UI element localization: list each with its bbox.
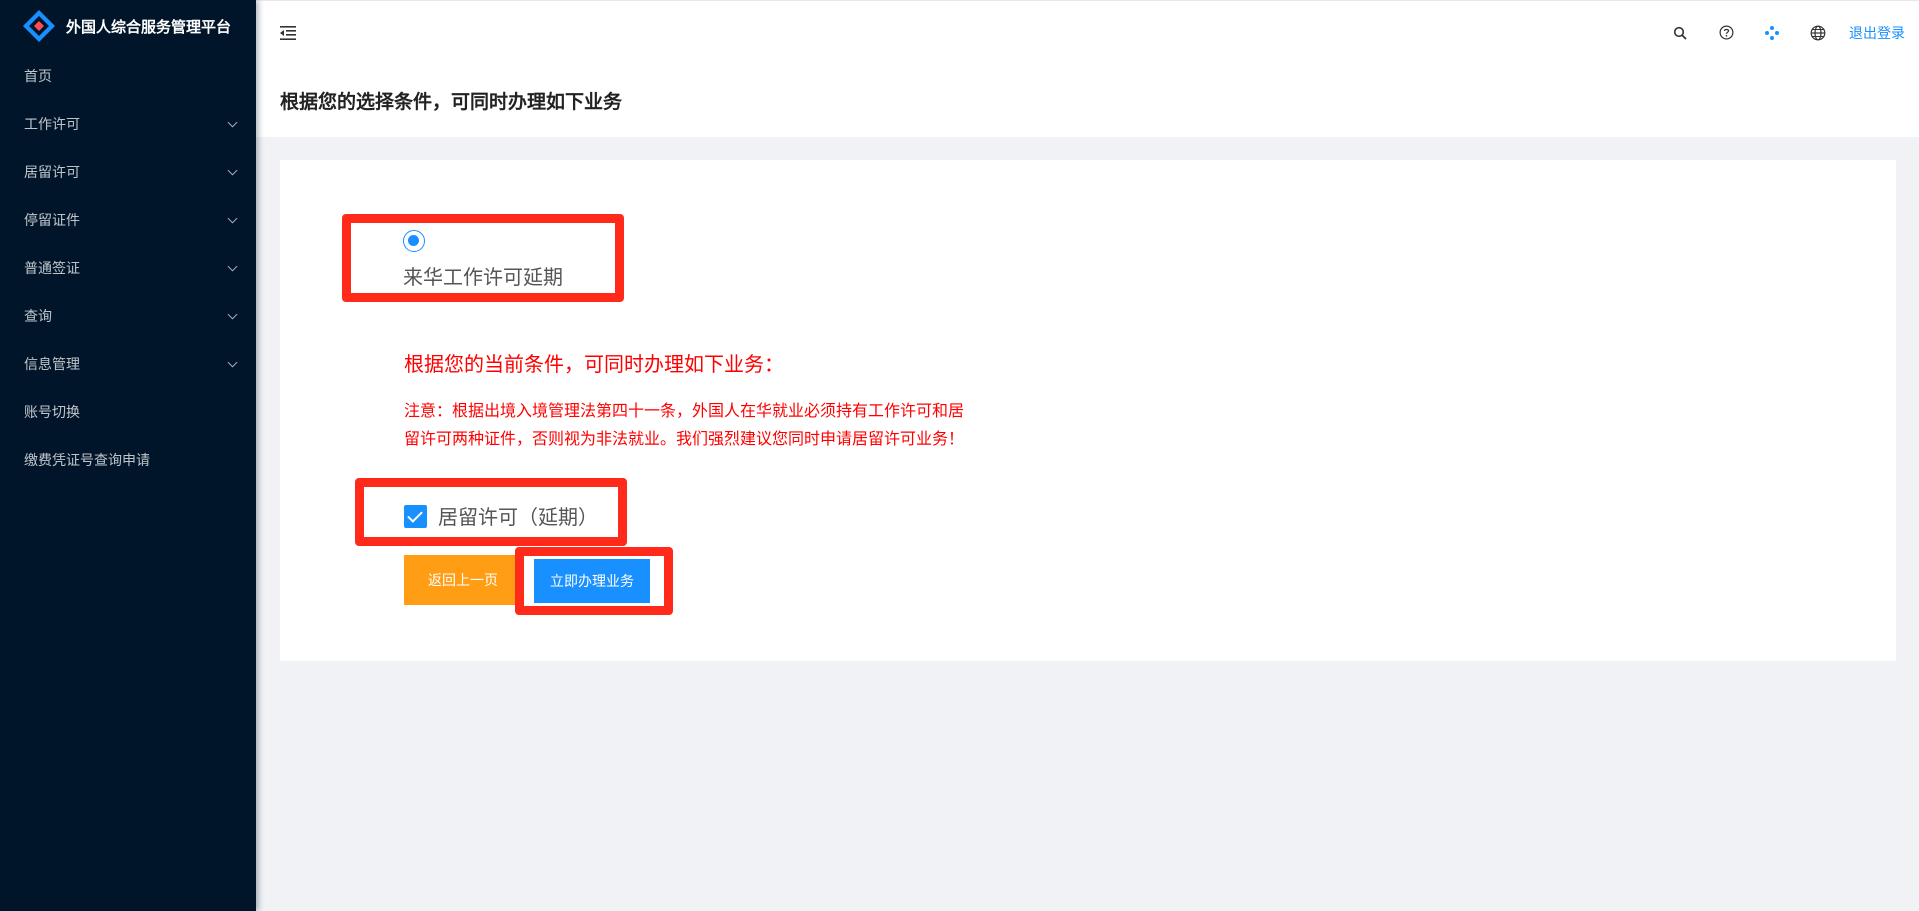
- help-button[interactable]: [1703, 1, 1749, 65]
- sidebar-item-label: 信息管理: [24, 357, 80, 373]
- sidebar-item-visa[interactable]: 普通签证: [0, 244, 256, 292]
- sidebar-item-work-permit[interactable]: 工作许可: [0, 100, 256, 148]
- chevron-down-icon: [227, 309, 238, 319]
- chevron-down-icon: [227, 165, 238, 175]
- sidebar-item-info-management[interactable]: 信息管理: [0, 340, 256, 388]
- sidebar-item-stay-document[interactable]: 停留证件: [0, 196, 256, 244]
- sidebar-item-query[interactable]: 查询: [0, 292, 256, 340]
- sidebar-item-home[interactable]: 首页: [0, 52, 256, 100]
- sidebar-item-label: 查询: [24, 309, 52, 325]
- page-header: 根据您的选择条件，可同时办理如下业务: [256, 64, 1919, 137]
- back-button[interactable]: 返回上一页: [404, 555, 522, 605]
- chevron-down-icon: [227, 117, 238, 127]
- sidebar-item-label: 普通签证: [24, 261, 80, 277]
- apps-button[interactable]: [1749, 1, 1795, 65]
- sidebar-menu: 首页 工作许可 居留许可 停留证件 普通签证 查询 信息管理 账号切换 缴费凭证…: [0, 52, 256, 484]
- page-title: 根据您的选择条件，可同时办理如下业务: [280, 91, 623, 113]
- logo[interactable]: 外国人综合服务管理平台: [0, 0, 256, 52]
- sidebar-item-account-switch[interactable]: 账号切换: [0, 388, 256, 436]
- sidebar-item-label: 账号切换: [24, 405, 80, 421]
- sidebar-item-label: 停留证件: [24, 213, 80, 229]
- logo-icon: [22, 9, 56, 43]
- header-actions: 退出登录: [1657, 1, 1919, 64]
- checkbox-option-label[interactable]: 居留许可（延期）: [438, 501, 598, 530]
- menu-fold-button[interactable]: [256, 1, 320, 65]
- logout-link[interactable]: 退出登录: [1841, 23, 1905, 43]
- residence-permit-extension-checkbox[interactable]: [404, 505, 427, 528]
- globe-icon: [1810, 25, 1826, 40]
- work-permit-extension-radio[interactable]: [403, 230, 425, 252]
- question-icon: [1719, 25, 1733, 40]
- language-button[interactable]: [1795, 1, 1841, 65]
- search-icon: [1673, 26, 1687, 40]
- sidebar-item-label: 工作许可: [24, 117, 80, 133]
- sidebar: 外国人综合服务管理平台 首页 工作许可 居留许可 停留证件 普通签证 查询 信息…: [0, 0, 256, 911]
- content-card: 来华工作许可延期 根据您的当前条件，可同时办理如下业务： 注意：根据出境入境管理…: [280, 160, 1896, 661]
- chevron-down-icon: [227, 357, 238, 367]
- notice-text: 注意：根据出境入境管理法第四十一条，外国人在华就业必须持有工作许可和居留许可两种…: [404, 401, 965, 448]
- sidebar-item-residence-permit[interactable]: 居留许可: [0, 148, 256, 196]
- search-button[interactable]: [1657, 1, 1703, 65]
- checkbox-option-frame: 居留许可（延期）: [355, 478, 627, 546]
- submit-button[interactable]: 立即办理业务: [534, 559, 650, 603]
- sidebar-item-label: 缴费凭证号查询申请: [24, 453, 150, 469]
- sidebar-item-label: 首页: [24, 69, 52, 85]
- chevron-down-icon: [227, 261, 238, 271]
- sidebar-item-payment-query[interactable]: 缴费凭证号查询申请: [0, 436, 256, 484]
- apps-icon: [1765, 25, 1779, 40]
- menu-fold-icon: [280, 25, 296, 40]
- radio-option-frame: 来华工作许可延期: [342, 214, 624, 302]
- chevron-down-icon: [227, 213, 238, 223]
- notice-title: 根据您的当前条件，可同时办理如下业务：: [404, 352, 784, 376]
- radio-option-label[interactable]: 来华工作许可延期: [403, 261, 563, 290]
- app-title: 外国人综合服务管理平台: [66, 17, 232, 36]
- sidebar-item-label: 居留许可: [24, 165, 80, 181]
- top-header: 退出登录: [256, 0, 1919, 64]
